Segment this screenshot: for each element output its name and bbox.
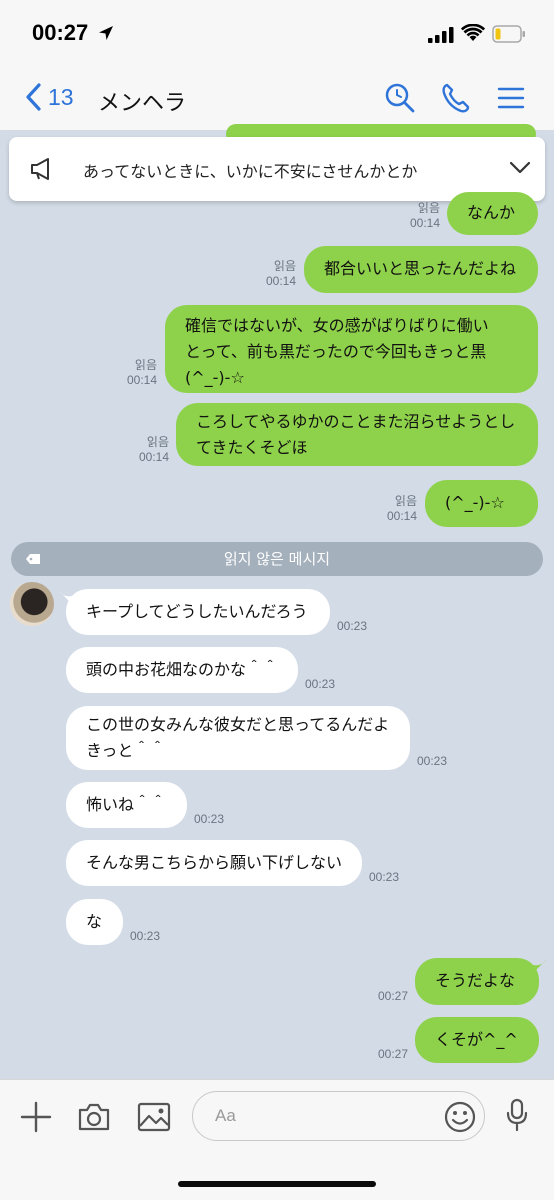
emoji-icon[interactable] [443, 1100, 477, 1134]
read-receipt: 읽음 [146, 435, 169, 449]
chevron-left-icon [26, 83, 41, 111]
menu-icon[interactable] [497, 82, 525, 114]
chevron-down-icon[interactable] [509, 161, 531, 175]
battery-icon [492, 25, 525, 43]
chat-header: 13 メンヘラ [0, 70, 554, 130]
announcement-text: あってないときに、いかに不安にさせんかとか [83, 162, 418, 181]
message-time: 00:27 [377, 989, 408, 1003]
message-bubble-outgoing[interactable]: くそが^_^ [415, 1017, 539, 1063]
unread-count: 13 [48, 83, 74, 110]
message-bubble-incoming[interactable]: な [66, 899, 123, 945]
message-time: 00:23 [130, 929, 161, 943]
message-time: 00:23 [369, 870, 400, 884]
message-meta: 읽음 00:14 [373, 494, 417, 524]
status-time: 00:27 [32, 20, 89, 45]
megaphone-icon [31, 158, 49, 180]
message-time: 00:23 [305, 677, 336, 691]
microphone-icon[interactable] [505, 1098, 529, 1132]
message-time: 00:14 [265, 274, 296, 288]
message-time: 00:14 [138, 450, 169, 464]
read-receipt: 읽음 [273, 259, 296, 273]
message-time: 00:14 [126, 373, 157, 387]
signal-icon [428, 27, 454, 43]
message-bubble-outgoing[interactable]: 確信ではないが、女の感がばりばりに働い とって、前も黒だったので今回もきっと黒 … [165, 305, 538, 393]
message-meta: 읽음 00:14 [396, 201, 440, 231]
message-time: 00:14 [409, 216, 440, 230]
wifi-icon [461, 24, 485, 41]
message-meta: 읽음 00:14 [252, 259, 296, 289]
message-time: 00:23 [194, 812, 225, 826]
read-receipt: 읽음 [417, 201, 440, 215]
read-receipt: 읽음 [394, 494, 417, 508]
unread-label: 읽지 않은 메시지 [223, 550, 331, 568]
camera-icon[interactable] [77, 1102, 111, 1132]
image-icon[interactable] [137, 1102, 171, 1132]
phone-icon[interactable] [441, 82, 471, 114]
message-bubble-outgoing[interactable]: なんか [447, 192, 538, 235]
message-time: 00:14 [386, 509, 417, 523]
message-time: 00:27 [377, 1047, 408, 1061]
back-button[interactable]: 13 [24, 82, 74, 112]
bubble-tail [533, 959, 547, 973]
message-bubble-incoming[interactable]: 怖いね＾＾ [66, 782, 187, 828]
message-time: 00:23 [337, 619, 368, 633]
avatar[interactable] [10, 582, 54, 626]
chat-title: メンヘラ [98, 91, 187, 116]
message-input[interactable]: Aa [192, 1091, 485, 1141]
search-icon[interactable] [384, 82, 416, 114]
message-bubble-outgoing[interactable]: そうだよな [415, 958, 539, 1005]
input-placeholder: Aa [215, 1106, 236, 1125]
message-bubble-outgoing[interactable]: ころしてやるゆかのことまた沼らせようとし てきたくそどほ [176, 403, 538, 466]
message-bubble-incoming[interactable]: 頭の中お花畑なのかな＾＾ [66, 647, 298, 693]
plus-icon[interactable] [20, 1101, 52, 1133]
message-meta: 읽음 00:14 [113, 358, 157, 388]
location-arrow-icon [99, 26, 113, 40]
message-bubble-outgoing[interactable]: 都合いいと思ったんだよね [304, 246, 538, 293]
message-bubble-incoming[interactable]: キープしてどうしたいんだろう [66, 589, 330, 635]
status-bar: 00:27 [0, 0, 554, 70]
message-bubble-incoming[interactable]: この世の女みんな彼女だと思ってるんだよ きっと＾＾ [66, 706, 410, 770]
message-bubble-outgoing[interactable]: (^_-)-☆ [425, 480, 538, 527]
message-meta: 읽음 00:14 [125, 435, 169, 465]
tag-icon [26, 554, 40, 564]
home-indicator [178, 1181, 376, 1187]
message-bubble-incoming[interactable]: そんな男こちらから願い下げしない [66, 840, 362, 886]
message-time: 00:23 [417, 754, 448, 768]
read-receipt: 읽음 [134, 358, 157, 372]
unread-divider: 읽지 않은 메시지 [11, 542, 543, 576]
